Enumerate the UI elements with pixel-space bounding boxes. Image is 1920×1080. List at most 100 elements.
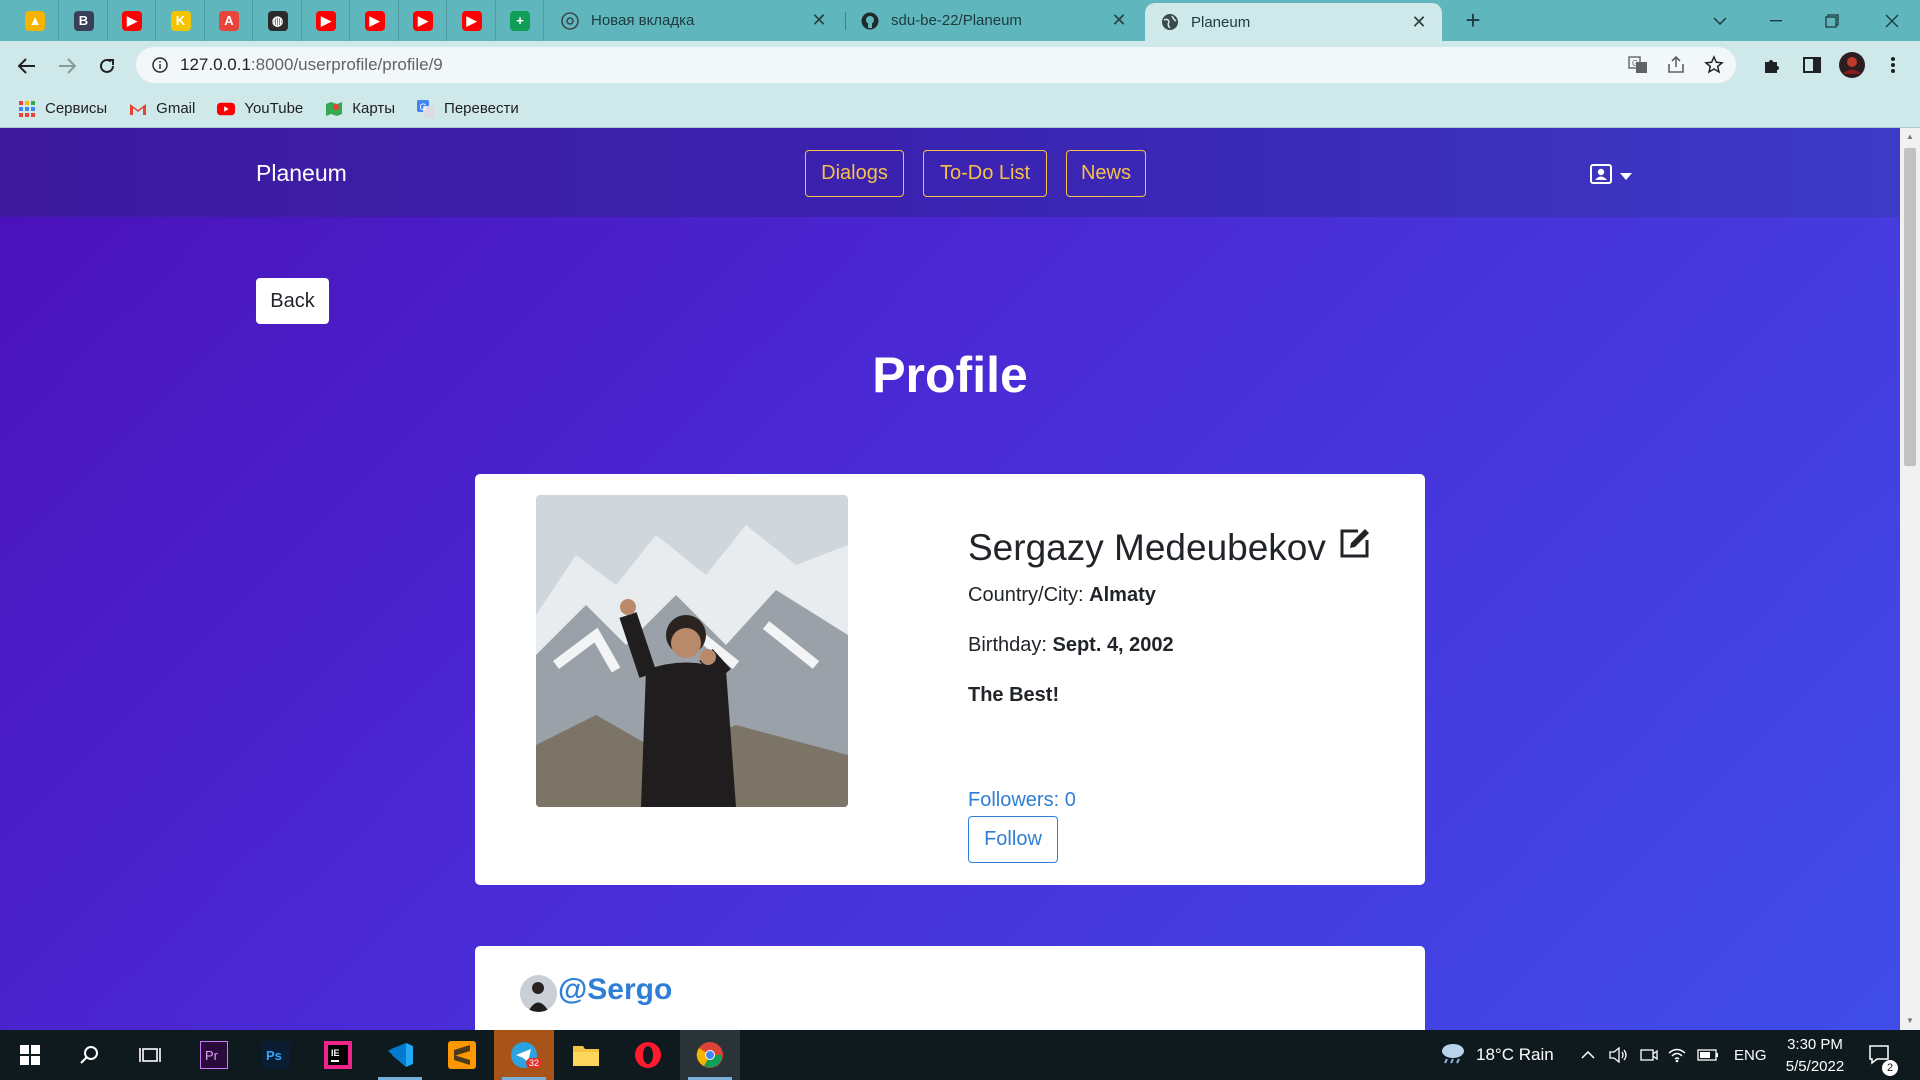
volume-icon[interactable]	[1609, 1030, 1629, 1080]
pinned-tab[interactable]: ▶	[303, 0, 350, 41]
task-view-icon[interactable]	[120, 1030, 180, 1080]
restore-icon[interactable]	[1804, 0, 1860, 41]
tab-new-tab[interactable]: Новая вкладка ✕	[545, 0, 842, 41]
site-brand[interactable]: Planeum	[256, 160, 347, 187]
tab-title: sdu-be-22/Planeum	[891, 12, 1022, 29]
tray-chevron-up-icon[interactable]	[1581, 1030, 1595, 1080]
nav-news-button[interactable]: News	[1066, 150, 1146, 197]
site-navbar: Planeum Dialogs To-Do List News	[0, 128, 1900, 217]
taskbar-clock[interactable]: 3:30 PM 5/5/2022	[1770, 1034, 1860, 1078]
pinned-tab[interactable]: A	[206, 0, 253, 41]
new-tab-plus-icon[interactable]: +	[1458, 6, 1488, 36]
page-scrollbar[interactable]: ▲ ▼	[1900, 128, 1920, 1030]
user-menu-dropdown[interactable]	[1590, 164, 1632, 189]
premiere-pro-icon[interactable]: Pr	[184, 1030, 244, 1080]
profile-bio: The Best!	[968, 684, 1060, 706]
profile-country-row: Country/City: Almaty	[968, 584, 1156, 607]
share-icon[interactable]	[1662, 51, 1690, 79]
windows-start-icon[interactable]	[0, 1030, 60, 1080]
side-panel-icon[interactable]	[1795, 48, 1829, 82]
weather-widget[interactable]: 18°C Rain	[1440, 1030, 1554, 1080]
bookmark-services[interactable]: Сервисы	[18, 100, 107, 118]
maps-icon	[325, 100, 343, 118]
bookmark-label: Перевести	[444, 100, 519, 117]
clock-date: 5/5/2022	[1785, 1058, 1845, 1075]
page-viewport: Planeum Dialogs To-Do List News Back Pro…	[0, 128, 1900, 1030]
translate-page-icon[interactable]: G	[1624, 51, 1652, 79]
follow-button[interactable]: Follow	[968, 816, 1058, 863]
chrome-taskbar-icon[interactable]	[680, 1030, 740, 1080]
url-host: 127.0.0.1	[180, 55, 251, 74]
google-drive-icon: ▲	[25, 10, 45, 31]
photoshop-icon[interactable]: Ps	[246, 1030, 306, 1080]
bookmark-youtube[interactable]: YouTube	[217, 100, 303, 118]
pinned-tab[interactable]: ▶	[352, 0, 399, 41]
search-icon[interactable]	[60, 1030, 120, 1080]
browser-menu-icon[interactable]	[1876, 48, 1910, 82]
scroll-up-arrow-icon[interactable]: ▲	[1905, 132, 1915, 141]
extensions-puzzle-icon[interactable]	[1755, 48, 1789, 82]
clock-time: 3:30 PM	[1787, 1036, 1843, 1053]
k-app-icon: K	[170, 10, 191, 31]
edit-pencil-icon[interactable]	[1338, 526, 1372, 569]
profile-name-text: Sergazy Medeubekov	[968, 526, 1326, 568]
svg-text:IE: IE	[331, 1048, 340, 1058]
pinned-tab[interactable]: ▲	[12, 0, 59, 41]
wifi-icon[interactable]	[1667, 1030, 1687, 1080]
bookmark-label: Gmail	[156, 100, 196, 117]
birthday-label: Birthday:	[968, 634, 1053, 656]
language-indicator[interactable]: ENG	[1734, 1030, 1767, 1080]
tab-close-icon[interactable]: ✕	[1110, 10, 1128, 31]
svg-text:Ps: Ps	[266, 1048, 282, 1063]
nav-todo-list-button[interactable]: To-Do List	[923, 150, 1047, 197]
profile-name: Sergazy Medeubekov	[968, 526, 1372, 569]
profile-avatar-icon[interactable]	[1835, 48, 1869, 82]
sublime-text-icon[interactable]	[432, 1030, 492, 1080]
tab-search-chevron-icon[interactable]	[1692, 0, 1748, 41]
bookmark-label: YouTube	[244, 100, 304, 117]
browser-tab-strip: ▲ B ▶ K A ◍ ▶ ▶ ▶ ▶ + Новая вкладка ✕ sdu-be-22/Pl…	[0, 0, 1920, 41]
back-button[interactable]: Back	[256, 278, 329, 324]
intellij-idea-icon[interactable]: IE	[308, 1030, 368, 1080]
tab-close-icon[interactable]: ✕	[810, 10, 828, 31]
page-title: Profile	[872, 347, 1028, 403]
scroll-thumb[interactable]	[1904, 148, 1916, 466]
forward-arrow-icon[interactable]	[50, 49, 84, 83]
reload-icon[interactable]	[90, 49, 124, 83]
scroll-down-arrow-icon[interactable]: ▼	[1905, 1016, 1915, 1025]
bookmark-star-icon[interactable]	[1700, 51, 1728, 79]
pinned-tab[interactable]: ▶	[449, 0, 496, 41]
address-bar[interactable]: 127.0.0.1:8000/userprofile/profile/9 G	[136, 47, 1736, 83]
pinned-tab[interactable]: +	[497, 0, 544, 41]
chevron-down-icon	[1620, 173, 1632, 180]
file-explorer-icon[interactable]	[556, 1030, 616, 1080]
url-path: :8000/userprofile/profile/9	[250, 55, 443, 74]
post-card: @Sergo	[475, 946, 1425, 1030]
globe-icon	[1161, 13, 1179, 31]
followers-link[interactable]: Followers: 0	[968, 789, 1076, 812]
opera-icon[interactable]	[618, 1030, 678, 1080]
tab-planeum[interactable]: Planeum ✕	[1145, 3, 1442, 41]
vscode-icon[interactable]	[370, 1030, 430, 1080]
tab-close-icon[interactable]: ✕	[1410, 12, 1428, 33]
back-arrow-icon[interactable]	[10, 49, 44, 83]
pinned-tab[interactable]: ▶	[109, 0, 156, 41]
nav-dialogs-button[interactable]: Dialogs	[805, 150, 904, 197]
bookmark-gmail[interactable]: Gmail	[129, 100, 195, 118]
avatar[interactable]	[520, 975, 557, 1012]
telegram-icon[interactable]: 32	[494, 1030, 554, 1080]
site-info-icon[interactable]	[150, 55, 170, 75]
bookmark-maps[interactable]: Карты	[325, 100, 395, 118]
bookmark-translate[interactable]: G Перевести	[417, 99, 519, 118]
tab-github-planeum[interactable]: sdu-be-22/Planeum ✕	[845, 0, 1142, 41]
pinned-tab[interactable]: K	[158, 0, 205, 41]
post-author-handle[interactable]: @Sergo	[558, 973, 672, 1007]
pinned-tab[interactable]: ◍	[255, 0, 302, 41]
minimize-icon[interactable]	[1748, 0, 1804, 41]
notifications-icon[interactable]: 2	[1868, 1030, 1898, 1080]
close-window-icon[interactable]	[1864, 0, 1920, 41]
pinned-tab[interactable]: ▶	[400, 0, 447, 41]
pinned-tab[interactable]: B	[61, 0, 108, 41]
camera-icon[interactable]	[1640, 1030, 1658, 1080]
battery-icon[interactable]	[1697, 1030, 1719, 1080]
